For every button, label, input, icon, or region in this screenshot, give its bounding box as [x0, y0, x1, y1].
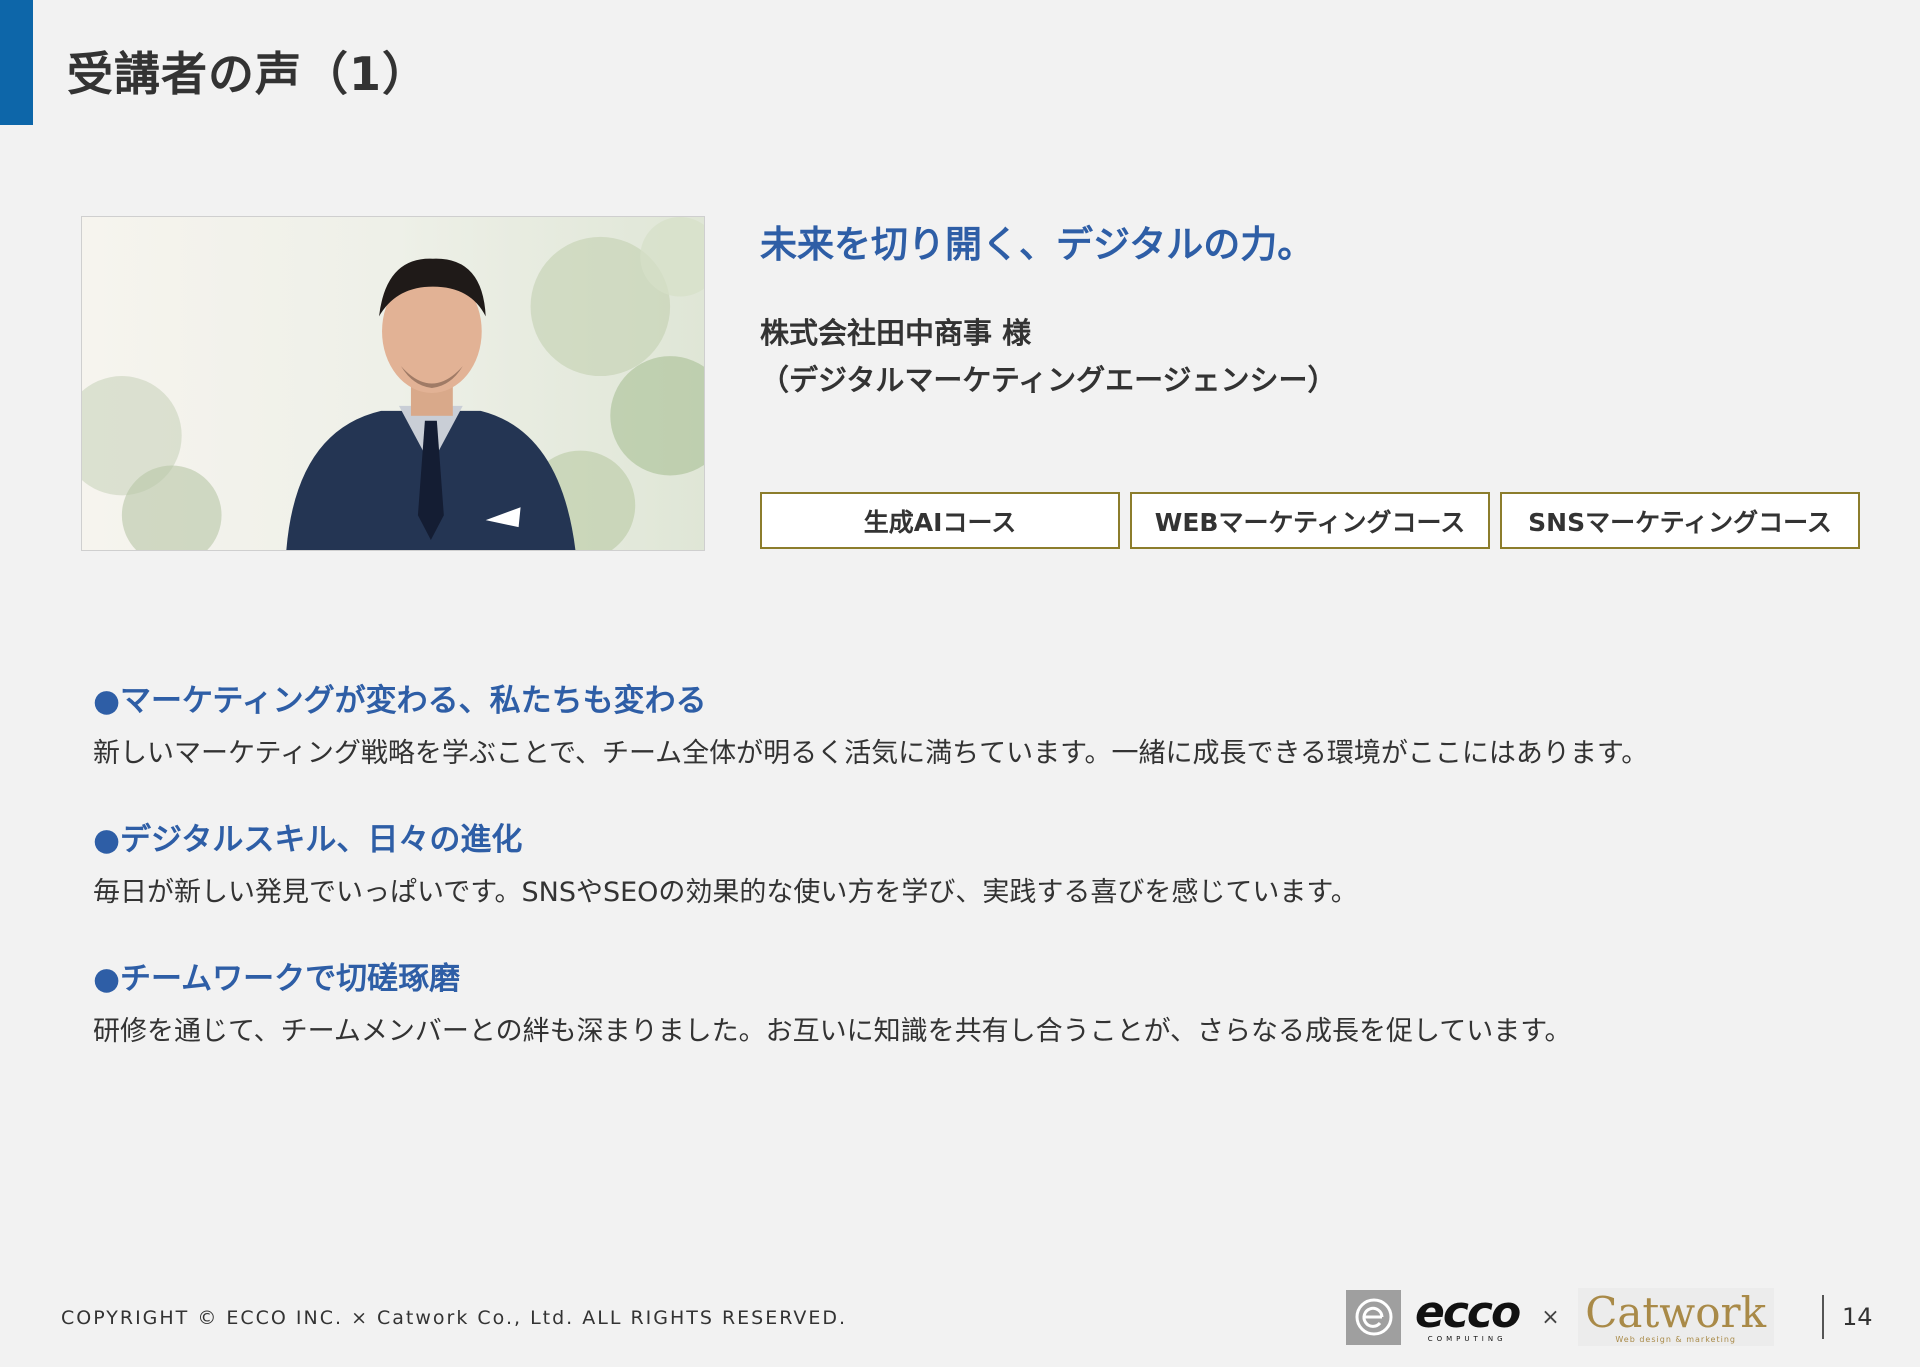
course-tag-web-marketing: WEBマーケティングコース [1130, 492, 1490, 549]
voice-heading: ●マーケティングが変わる、私たちも変わる [93, 683, 707, 719]
testimonial-headline: 未来を切り開く、デジタルの力。 [760, 223, 1315, 266]
voice-heading: ●チームワークで切磋琢磨 [93, 961, 461, 997]
logo-separator: × [1541, 1304, 1560, 1330]
course-tags: 生成AIコース WEBマーケティングコース SNSマーケティングコース [760, 492, 1860, 549]
footer-logos: ecco COMPUTING × Catwork Web design & ma… [1346, 1288, 1774, 1346]
title-accent-bar [0, 0, 33, 125]
company-type: （デジタルマーケティングエージェンシー） [760, 363, 1337, 397]
voice-heading: ●デジタルスキル、日々の進化 [93, 822, 523, 858]
company-info: 株式会社田中商事 様 （デジタルマーケティングエージェンシー） [760, 310, 1337, 404]
voice-item: ●チームワークで切磋琢磨 研修を通じて、チームメンバーとの絆も深まりました。お互… [93, 956, 1873, 1052]
catwork-logo: Catwork Web design & marketing [1577, 1287, 1774, 1346]
voice-list: ●マーケティングが変わる、私たちも変わる 新しいマーケティング戦略を学ぶことで、… [93, 678, 1873, 1095]
voice-body: 新しいマーケティング戦略を学ぶことで、チーム全体が明るく活気に満ちています。一緒… [93, 738, 1649, 769]
voice-item: ●マーケティングが変わる、私たちも変わる 新しいマーケティング戦略を学ぶことで、… [93, 678, 1873, 774]
ecco-logo-text: ecco [1415, 1287, 1521, 1338]
catwork-logo-tagline: Web design & marketing [1615, 1334, 1736, 1344]
page-title: 受講者の声（1） [67, 47, 430, 101]
course-tag-sns-marketing: SNSマーケティングコース [1500, 492, 1860, 549]
catwork-logo-text: Catwork [1585, 1287, 1767, 1337]
person-portrait-icon [82, 217, 704, 550]
voice-body: 研修を通じて、チームメンバーとの絆も深まりました。お互いに知識を共有し合うことが… [93, 1016, 1572, 1047]
ecco-logo: ecco COMPUTING [1415, 1287, 1521, 1344]
page-number: 14 [1842, 1303, 1873, 1331]
copyright-text: COPYRIGHT © ECCO INC. × Catwork Co., Ltd… [61, 1307, 848, 1329]
voice-body: 毎日が新しい発見でいっぱいです。SNSやSEOの効果的な使い方を学び、実践する喜… [93, 877, 1358, 908]
company-name: 株式会社田中商事 様 [760, 316, 1032, 350]
course-tag-generative-ai: 生成AIコース [760, 492, 1120, 549]
ecco-logo-sub: COMPUTING [1427, 1335, 1507, 1343]
person-photo [81, 216, 705, 551]
page-number-divider [1822, 1295, 1824, 1339]
voice-item: ●デジタルスキル、日々の進化 毎日が新しい発見でいっぱいです。SNSやSEOの効… [93, 817, 1873, 913]
ecco-mark-icon [1346, 1289, 1401, 1345]
